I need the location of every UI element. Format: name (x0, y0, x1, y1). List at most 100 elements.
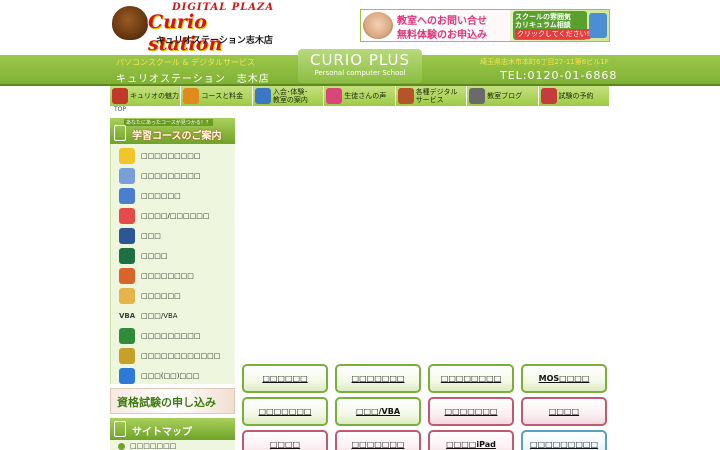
nav-label: キュリオの魅力 (130, 92, 179, 100)
nav-icon (469, 88, 486, 104)
banner-line2: 無料体験のお申込み (397, 30, 487, 41)
nav-label: コースと料金 (201, 92, 244, 100)
map-pin-icon (114, 125, 126, 141)
nav-item-6[interactable]: 試験の予約 (538, 86, 610, 106)
nav-icon (254, 88, 271, 104)
course-button-3[interactable]: MOS□□□□ (521, 364, 607, 393)
sidebar: あなたにあったコースが見つかる！？ 学習コースのご案内 □□□□□□□□□ □□□… (110, 118, 235, 450)
course-button-label: □□□□□□□□□ (529, 440, 599, 449)
course-item-11[interactable]: □□□(□□)□□□ (111, 366, 236, 386)
site-logo[interactable]: DIGITAL PLAZA Curio station キュリオステーション志木… (110, 2, 278, 55)
course-button-9[interactable]: □□□□□□□ (335, 430, 421, 450)
sitemap-item[interactable]: □□□□□□□ (110, 440, 235, 450)
nav-icon (326, 88, 343, 104)
course-button-label: □□□□ (269, 440, 301, 449)
nav-icon (397, 88, 414, 104)
course-label: □□□□□□□□□ (141, 152, 201, 160)
exam-banner-label: 資格試験の申し込み (117, 396, 216, 409)
course-icon (119, 208, 135, 224)
breadcrumb[interactable]: TOP (114, 106, 126, 113)
nav-item-2[interactable]: 入会･体験･ 教室の案内 (252, 86, 325, 106)
course-label: □□□□□□□□□ (141, 172, 201, 180)
nav-label: 試験の予約 (558, 92, 594, 100)
course-label: □□□□□□□□□□□□ (141, 352, 221, 360)
course-icon (119, 328, 135, 344)
course-label: □□□□□□□□□ (141, 332, 201, 340)
curio-plus-sub: Personal computer School (314, 69, 406, 77)
course-list: □□□□□□□□□ □□□□□□□□□ □□□□□□ □□□□/□□□□□□ □□□ □□… (110, 144, 235, 384)
nav-item-4[interactable]: 各種デジタル サービス (395, 86, 468, 106)
course-icon (119, 188, 135, 204)
course-button-label: □□□□□□ (262, 374, 308, 383)
course-label: □□□□□□ (141, 192, 181, 200)
exam-application-banner[interactable]: 資格試験の申し込み (110, 388, 235, 414)
nav-icon (183, 88, 200, 104)
course-item-8[interactable]: VBA □□□/VBA (111, 306, 236, 326)
course-item-2[interactable]: □□□□□□ (111, 186, 236, 206)
course-item-3[interactable]: □□□□/□□□□□□ (111, 206, 236, 226)
nav-item-1[interactable]: コースと料金 (181, 86, 253, 106)
course-item-10[interactable]: □□□□□□□□□□□□ (111, 346, 236, 366)
course-button-5[interactable]: □□□/VBA (335, 397, 421, 426)
course-label: □□□(□□)□□□ (141, 372, 200, 380)
course-label: □□□/VBA (141, 312, 178, 320)
course-item-1[interactable]: □□□□□□□□□ (111, 166, 236, 186)
sitemap-item-label: □□□□□□□ (130, 442, 177, 450)
nav-icon (112, 88, 128, 104)
nav-label: 各種デジタル サービス (415, 88, 458, 104)
course-button-4[interactable]: □□□□□□□ (242, 397, 328, 426)
course-item-6[interactable]: □□□□□□□□ (111, 266, 236, 286)
nav-item-0[interactable]: キュリオの魅力 (110, 86, 182, 106)
sitemap-title: サイトマップ (132, 427, 192, 438)
course-button-label: MOS□□□□ (538, 374, 590, 383)
course-button-label: □□□□□□□ (258, 407, 312, 416)
course-item-0[interactable]: □□□□□□□□□ (111, 146, 236, 166)
nav-item-3[interactable]: 生徒さんの声 (324, 86, 396, 106)
curio-plus-title: CURIO PLUS (309, 51, 411, 69)
curio-plus-logo[interactable]: CURIO PLUS Personal computer School (298, 49, 422, 83)
nav-label: 教室ブログ (487, 92, 523, 100)
tagline: パソコンスクール & デジタルサービス (116, 58, 256, 67)
course-button-7[interactable]: □□□□ (521, 397, 607, 426)
course-button-label: □□□□□□□ (351, 440, 405, 449)
course-item-4[interactable]: □□□ (111, 226, 236, 246)
page: DIGITAL PLAZA Curio station キュリオステーション志木… (0, 0, 720, 450)
course-button-label: □□□□ (548, 407, 580, 416)
course-button-2[interactable]: □□□□□□□□ (428, 364, 514, 393)
phone-number[interactable]: TEL:0120-01-6868 (500, 69, 617, 82)
nav-label: 入会･体験･ 教室の案内 (272, 88, 308, 104)
course-item-7[interactable]: □□□□□□ (111, 286, 236, 306)
banner-side3: クリックしてください! (515, 29, 592, 39)
course-label: □□□□/□□□□□□ (141, 212, 210, 220)
course-icon (119, 168, 135, 184)
course-icon (119, 148, 135, 164)
course-button-11[interactable]: □□□□□□□□□ (521, 430, 607, 450)
course-button-6[interactable]: □□□□□□□ (428, 397, 514, 426)
course-button-label: □□□□□□□ (351, 374, 405, 383)
main-nav: キュリオの魅力 コースと料金 入会･体験･ 教室の案内 生徒さんの声 各種デジタル サー… (110, 86, 610, 106)
course-label: □□□ (141, 232, 161, 240)
course-label: □□□□□□ (141, 292, 181, 300)
course-button-8[interactable]: □□□□ (242, 430, 328, 450)
map-pin-icon (114, 421, 126, 437)
top-header: DIGITAL PLAZA Curio station キュリオステーション志木… (0, 0, 720, 55)
course-guide-title: 学習コースのご案内 (132, 131, 222, 142)
course-icon (119, 368, 135, 384)
logo-store-name: キュリオステーション志木店 (156, 36, 273, 46)
course-button-label: □□□□□□□□ (440, 374, 502, 383)
contact-banner[interactable]: 教室へのお問い合せ 無料体験のお申込み スクールの雰囲気 カリキュラム相談 クリ… (360, 9, 610, 42)
course-icon (119, 268, 135, 284)
nav-item-5[interactable]: 教室ブログ (467, 86, 539, 106)
course-icon (119, 348, 135, 364)
course-item-9[interactable]: □□□□□□□□□ (111, 326, 236, 346)
course-icon (119, 288, 135, 304)
course-button-0[interactable]: □□□□□□ (242, 364, 328, 393)
course-item-5[interactable]: □□□□ (111, 246, 236, 266)
course-icon (119, 248, 135, 264)
sitemap-header: サイトマップ (110, 418, 235, 440)
nav-label: 生徒さんの声 (344, 92, 387, 100)
course-button-10[interactable]: □□□□iPad (428, 430, 514, 450)
vba-icon: VBA (119, 312, 136, 320)
course-button-label: □□□□□□□ (444, 407, 498, 416)
course-button-1[interactable]: □□□□□□□ (335, 364, 421, 393)
